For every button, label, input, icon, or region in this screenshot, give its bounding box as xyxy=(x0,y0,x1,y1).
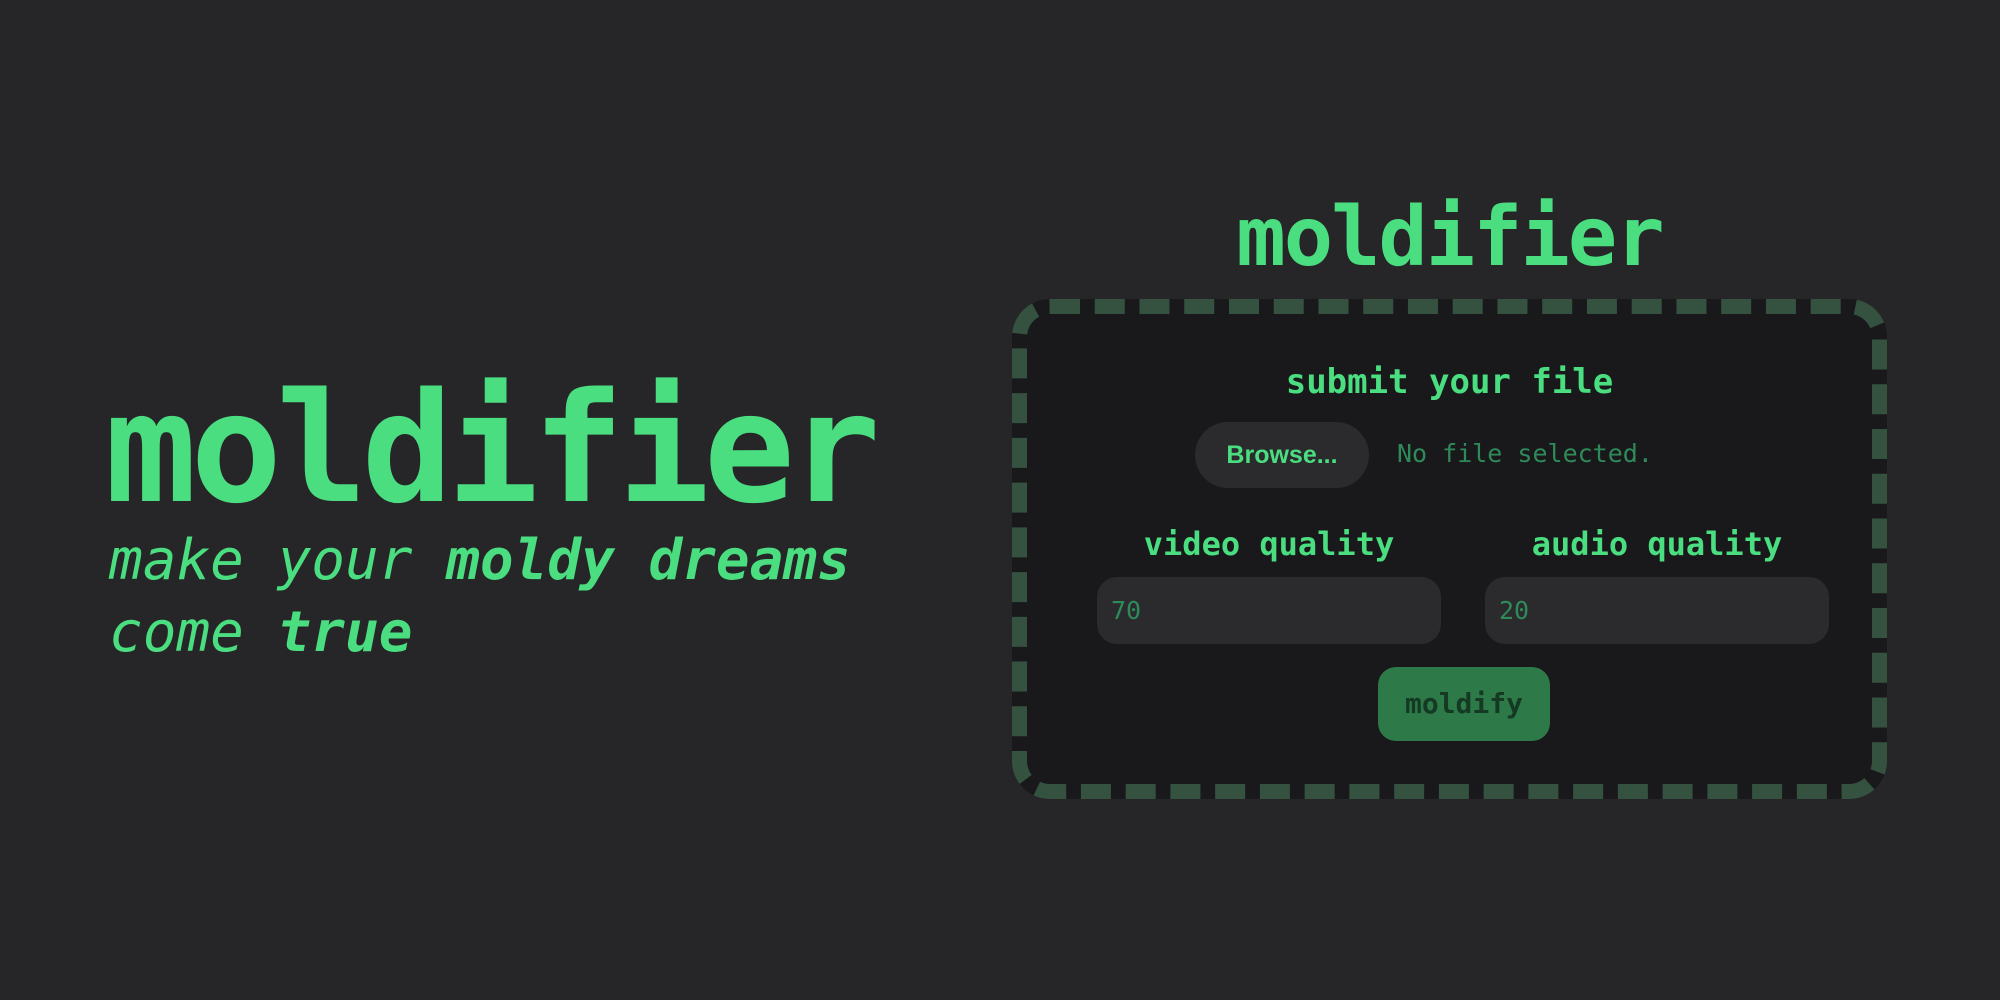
audio-quality-label: audio quality xyxy=(1531,525,1783,563)
tagline-text-1: make your xyxy=(109,528,447,593)
card-title: moldifier xyxy=(1236,190,1664,285)
tagline-emphasis-1: moldy dreams xyxy=(446,528,851,593)
file-status-text: No file selected. xyxy=(1397,439,1653,468)
browse-button[interactable]: Browse... xyxy=(1195,422,1369,488)
tagline-emphasis-2: true xyxy=(277,600,413,665)
video-quality-label: video quality xyxy=(1143,525,1395,563)
video-quality-input[interactable] xyxy=(1097,577,1441,644)
upload-card: submit your file Browse... No file selec… xyxy=(1012,299,1887,799)
moldify-button[interactable]: moldify xyxy=(1378,667,1550,741)
submit-file-label: submit your file xyxy=(1285,362,1614,402)
hero-section: moldifier make your moldy dreams come tr… xyxy=(105,360,1005,669)
audio-quality-input[interactable] xyxy=(1485,577,1829,644)
hero-tagline: make your moldy dreams come true xyxy=(109,525,969,669)
hero-title: moldifier xyxy=(105,360,881,537)
tagline-text-2: come xyxy=(109,600,278,665)
